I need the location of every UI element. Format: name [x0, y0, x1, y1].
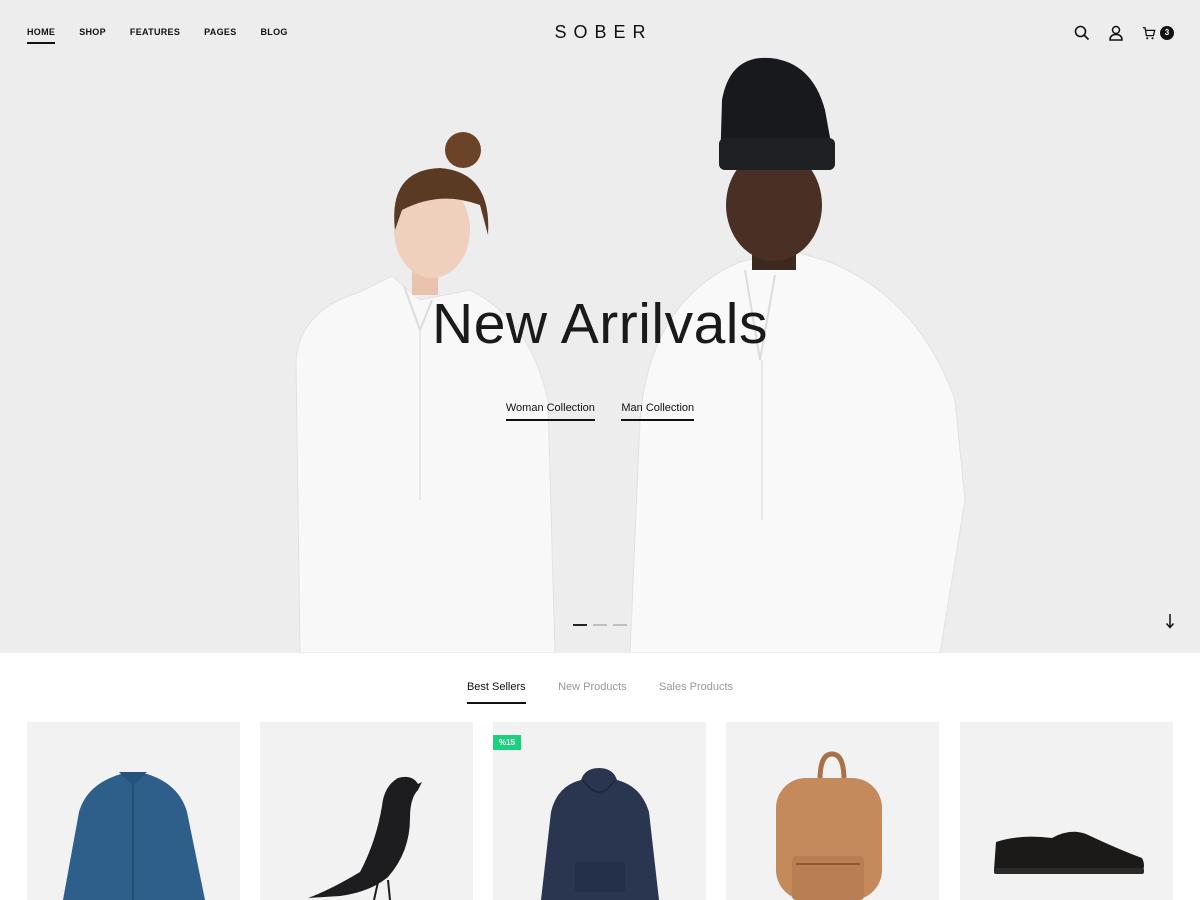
man-collection-link[interactable]: Man Collection	[621, 402, 695, 421]
cart-button[interactable]: 3	[1142, 26, 1174, 40]
black-slip-on-shoe-image	[994, 831, 1144, 874]
tab-new-products[interactable]: New Products	[558, 681, 626, 702]
hero-banner: HOME SHOP FEATURES PAGES BLOG SOBER 3 Ne…	[0, 0, 1200, 653]
site-header: HOME SHOP FEATURES PAGES BLOG SOBER 3	[0, 0, 1200, 66]
product-grid: %15	[27, 722, 1174, 900]
cart-icon	[1142, 27, 1156, 40]
product-card[interactable]	[960, 722, 1173, 900]
hero-links: Woman Collection Man Collection	[0, 398, 1200, 421]
header-icons: 3	[1056, 25, 1174, 41]
slider-dots	[573, 624, 627, 626]
site-logo[interactable]: SOBER	[0, 22, 1200, 43]
tan-backpack-image	[776, 751, 882, 900]
search-icon[interactable]	[1074, 25, 1090, 41]
arrow-down-icon[interactable]	[1163, 612, 1177, 630]
user-icon[interactable]	[1108, 25, 1124, 41]
product-tabs: Best Sellers New Products Sales Products	[0, 677, 1200, 704]
cart-count-badge: 3	[1160, 26, 1174, 40]
tab-sales-products[interactable]: Sales Products	[659, 681, 733, 702]
slider-dot-3[interactable]	[613, 624, 627, 626]
slider-dot-1[interactable]	[573, 624, 587, 626]
navy-hoodie-image	[541, 768, 659, 900]
hero-title: New Arrilvals	[432, 292, 768, 356]
slider-dot-2[interactable]	[593, 624, 607, 626]
black-bird-figurine-image	[308, 776, 422, 900]
product-card[interactable]	[260, 722, 473, 900]
blue-jacket-image	[63, 772, 205, 900]
product-card[interactable]	[726, 722, 939, 900]
tab-best-sellers[interactable]: Best Sellers	[466, 681, 526, 704]
woman-collection-link[interactable]: Woman Collection	[505, 402, 595, 421]
product-card[interactable]	[27, 722, 240, 900]
product-card[interactable]: %15	[493, 722, 706, 900]
